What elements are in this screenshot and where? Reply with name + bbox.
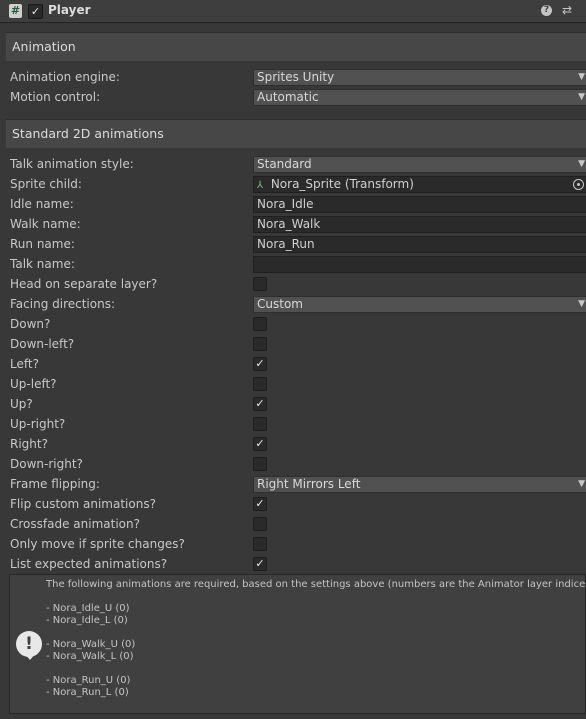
up-left-checkbox[interactable]	[253, 377, 267, 391]
walk-name-input[interactable]: Nora_Walk	[253, 216, 586, 233]
chevron-down-icon: ▼	[578, 479, 585, 489]
right-checkbox[interactable]: ✓	[253, 437, 267, 451]
walk-name-label: Walk name:	[10, 217, 81, 231]
list-expected-label: List expected animations?	[10, 557, 168, 571]
animation-engine-dropdown[interactable]: Sprites Unity ▼	[253, 69, 586, 86]
sprite-child-label: Sprite child:	[10, 177, 82, 191]
down-checkbox[interactable]	[253, 317, 267, 331]
up-label: Up?	[10, 397, 33, 411]
only-move-label: Only move if sprite changes?	[10, 537, 185, 551]
left-checkbox[interactable]: ✓	[253, 357, 267, 371]
motion-control-value: Automatic	[257, 90, 319, 104]
idle-name-label: Idle name:	[10, 197, 74, 211]
chevron-down-icon: ▼	[578, 92, 585, 102]
section-standard-2d-title: Standard 2D animations	[12, 126, 164, 141]
motion-control-label: Motion control:	[10, 90, 101, 104]
section-standard-2d[interactable]: Standard 2D animations	[6, 119, 586, 148]
flip-custom-label: Flip custom animations?	[10, 497, 156, 511]
talk-animation-style-dropdown[interactable]: Standard ▼	[253, 156, 586, 173]
down-right-label: Down-right?	[10, 457, 83, 471]
question-circle-icon[interactable]: ?	[541, 5, 552, 16]
frame-flipping-label: Frame flipping:	[10, 477, 100, 491]
left-label: Left?	[10, 357, 39, 371]
component-title: Player	[48, 3, 91, 17]
helpbox-line: - Nora_Run_U (0)	[46, 675, 131, 686]
run-name-input[interactable]: Nora_Run	[253, 236, 586, 253]
crossfade-label: Crossfade animation?	[10, 517, 140, 531]
flip-custom-checkbox[interactable]: ✓	[253, 497, 267, 511]
helpbox-line: - Nora_Idle_U (0)	[46, 603, 130, 614]
down-left-checkbox[interactable]	[253, 337, 267, 351]
warning-speech-bubble-icon: !	[16, 631, 42, 660]
only-move-checkbox[interactable]	[253, 537, 267, 551]
up-left-label: Up-left?	[10, 377, 57, 391]
sprite-child-object-field[interactable]: ⅄ Nora_Sprite (Transform)	[253, 176, 586, 193]
transform-icon: ⅄	[257, 180, 264, 191]
section-animation[interactable]: Animation	[6, 32, 586, 61]
right-label: Right?	[10, 437, 48, 451]
run-name-label: Run name:	[10, 237, 75, 251]
motion-control-dropdown[interactable]: Automatic ▼	[253, 89, 586, 106]
component-enabled-checkbox[interactable]: ✓	[28, 4, 43, 19]
chevron-down-icon: ▼	[578, 299, 585, 309]
list-expected-checkbox[interactable]: ✓	[253, 557, 267, 571]
component-header[interactable]: # ✓ Player ? ⇄	[0, 0, 586, 23]
head-separate-label: Head on separate layer?	[10, 277, 158, 291]
down-left-label: Down-left?	[10, 337, 75, 351]
object-picker-icon[interactable]	[573, 179, 584, 190]
script-hash-icon: #	[9, 4, 22, 18]
sprite-child-value: Nora_Sprite (Transform)	[270, 177, 414, 191]
chevron-down-icon: ▼	[578, 72, 585, 82]
animation-engine-label: Animation engine:	[10, 70, 120, 84]
down-label: Down?	[10, 317, 51, 331]
helpbox-line: - Nora_Walk_U (0)	[46, 639, 136, 650]
talk-name-label: Talk name:	[10, 257, 75, 271]
head-separate-checkbox[interactable]	[253, 277, 267, 291]
helpbox-line: - Nora_Idle_L (0)	[46, 615, 128, 626]
talk-animation-style-label: Talk animation style:	[10, 157, 134, 171]
expected-animations-helpbox: ! The following animations are required,…	[9, 574, 586, 714]
talk-name-input[interactable]	[253, 256, 586, 273]
sliders-icon[interactable]: ⇄	[560, 3, 574, 17]
crossfade-checkbox[interactable]	[253, 517, 267, 531]
animation-engine-value: Sprites Unity	[257, 70, 335, 84]
up-right-checkbox[interactable]	[253, 417, 267, 431]
frame-flipping-dropdown[interactable]: Right Mirrors Left ▼	[253, 476, 586, 493]
facing-directions-dropdown[interactable]: Custom ▼	[253, 296, 586, 313]
up-checkbox[interactable]: ✓	[253, 397, 267, 411]
section-animation-title: Animation	[12, 39, 76, 54]
frame-flipping-value: Right Mirrors Left	[257, 477, 361, 491]
helpbox-line: - Nora_Run_L (0)	[46, 687, 129, 698]
down-right-checkbox[interactable]	[253, 457, 267, 471]
helpbox-intro: The following animations are required, b…	[46, 579, 586, 590]
idle-name-input[interactable]: Nora_Idle	[253, 196, 586, 213]
facing-directions-label: Facing directions:	[10, 297, 116, 311]
talk-animation-style-value: Standard	[257, 157, 312, 171]
up-right-label: Up-right?	[10, 417, 66, 431]
chevron-down-icon: ▼	[578, 159, 585, 169]
helpbox-line: - Nora_Walk_L (0)	[46, 651, 134, 662]
facing-directions-value: Custom	[257, 297, 303, 311]
